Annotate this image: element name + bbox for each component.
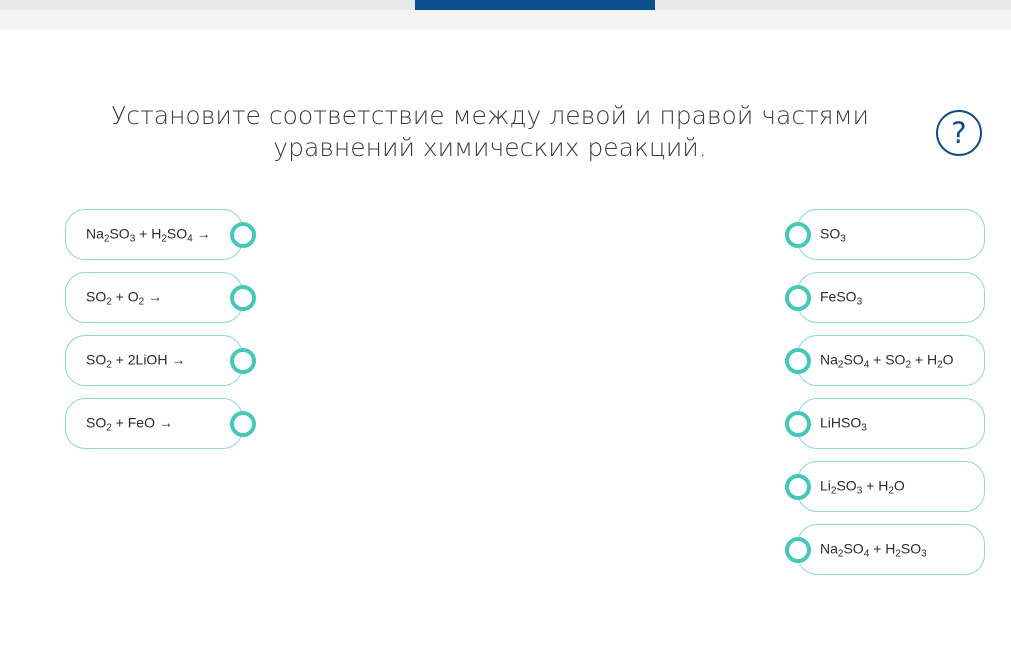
- left-item[interactable]: SO2 + FeO →: [65, 398, 256, 449]
- question-text: Установите соответствие между левой и пр…: [111, 101, 869, 162]
- connector-circle-icon[interactable]: [230, 221, 256, 248]
- right-item[interactable]: Na2SO4 + SO2 + H2O: [785, 335, 985, 386]
- connector-circle-icon[interactable]: [785, 536, 811, 563]
- left-item[interactable]: SO2 + 2LiOH →: [65, 335, 256, 386]
- right-item-label: Na2SO4 + SO2 + H2O: [820, 351, 954, 370]
- top-progress-active-segment: [415, 0, 655, 10]
- left-item-label: SO2 + FeO →: [86, 414, 173, 433]
- right-item-label: LiHSO3: [820, 414, 867, 433]
- connector-circle-icon[interactable]: [785, 410, 811, 437]
- right-item[interactable]: SO3: [785, 209, 985, 260]
- left-item-label: Na2SO3 + H2SO4 →: [86, 225, 211, 244]
- right-item-label: Li2SO3 + H2O: [820, 477, 905, 496]
- right-item[interactable]: Li2SO3 + H2O: [785, 461, 985, 512]
- left-item[interactable]: Na2SO3 + H2SO4 →: [65, 209, 256, 260]
- left-item-label: SO2 + O2 →: [86, 288, 163, 307]
- right-item-label: Na2SO4 + H2SO3: [820, 540, 927, 559]
- right-column: SO3 FeSO3 Na2SO4 + SO2 + H2O LiHSO3 Li2S…: [785, 209, 985, 587]
- right-item[interactable]: LiHSO3: [785, 398, 985, 449]
- connector-circle-icon[interactable]: [785, 221, 811, 248]
- left-item-label: SO2 + 2LiOH →: [86, 351, 186, 370]
- connector-circle-icon[interactable]: [230, 347, 256, 374]
- right-item[interactable]: FeSO3: [785, 272, 985, 323]
- right-item[interactable]: Na2SO4 + H2SO3: [785, 524, 985, 575]
- right-item-label: SO3: [820, 225, 846, 244]
- left-column: Na2SO3 + H2SO4 → SO2 + O2 → SO2 + 2LiOH …: [65, 209, 256, 461]
- connector-circle-icon[interactable]: [230, 284, 256, 311]
- connector-circle-icon[interactable]: [230, 410, 256, 437]
- right-item-label: FeSO3: [820, 288, 863, 307]
- connector-circle-icon[interactable]: [785, 473, 811, 500]
- help-icon[interactable]: ?: [936, 110, 982, 156]
- top-strip: [0, 10, 1011, 30]
- left-item[interactable]: SO2 + O2 →: [65, 272, 256, 323]
- connector-circle-icon[interactable]: [785, 284, 811, 311]
- connector-circle-icon[interactable]: [785, 347, 811, 374]
